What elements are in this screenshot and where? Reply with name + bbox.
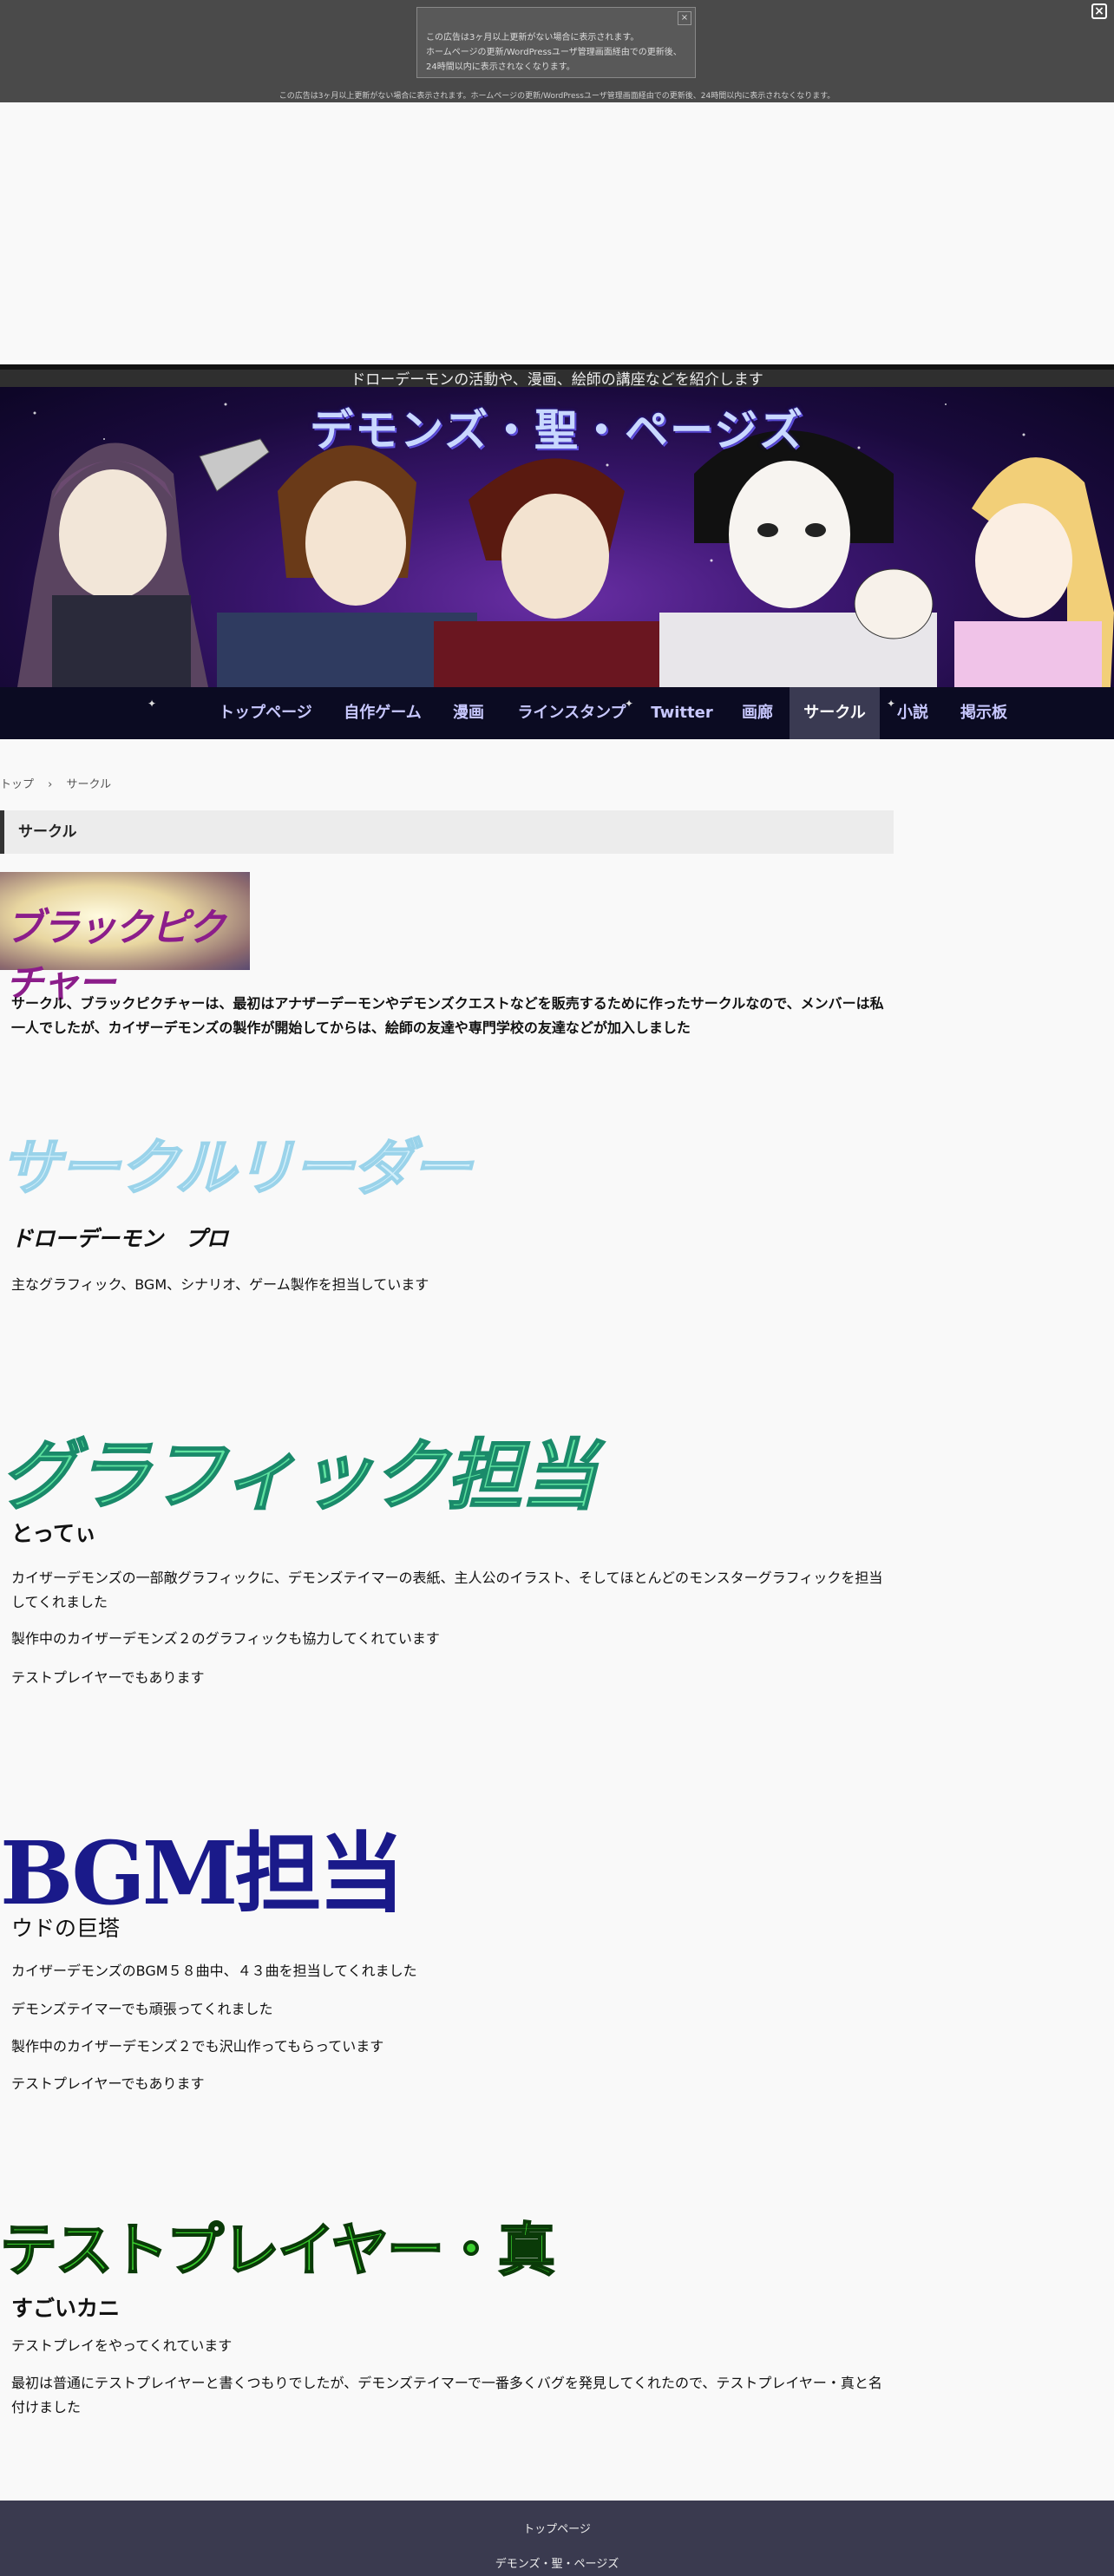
ad-footer-line: この広告は3ヶ月以上更新がない場合に表示されます。ホームページの更新/WordP… — [278, 92, 836, 101]
nav-item-novel[interactable]: 小説 — [888, 687, 937, 739]
nav-item-line-stamp[interactable]: ラインスタンプ — [507, 687, 637, 739]
nav-item-circle[interactable]: サークル — [790, 687, 880, 739]
ad-line-1: この広告は3ヶ月以上更新がない場合に表示されます。 — [426, 33, 639, 43]
section-title-image-tester: テストプレイヤー・真 — [0, 2216, 556, 2284]
section-paragraph: テストプレイヤーでもあります — [11, 1669, 205, 1686]
section-paragraph: カイザーデモンズの一部敵グラフィックに、デモンズテイマーの表紙、主人公のイラスト… — [11, 1570, 883, 1610]
circle-logo-image: ブラックピクチャー — [0, 872, 250, 1006]
section-title-image-leader: サークルリーダー — [0, 1131, 473, 1204]
section-paragraph: テストプレイヤーでもあります — [11, 2075, 205, 2092]
section-title-image-bgm: BGM担当 — [0, 1822, 404, 1924]
intro-paragraph: サークル、ブラックピクチャーは、最初はアナザーデーモンやデモンズクエストなどを販… — [11, 995, 884, 1036]
nav-item-twitter[interactable]: Twitter — [649, 687, 715, 739]
section-paragraph: 製作中のカイザーデモンズ２のグラフィックも協力してくれています — [11, 1630, 440, 1647]
sparkle-icon: ✦ — [147, 698, 157, 710]
member-name-bgm: ウドの巨塔 — [11, 1916, 121, 1941]
circle-logo-text: ブラックピクチャー — [5, 906, 226, 1006]
site-title[interactable]: デモンズ・聖・ページズ — [0, 396, 1114, 458]
section-paragraph: カイザーデモンズのBGM５８曲中、４３曲を担当してくれました — [11, 1963, 417, 1979]
footer-site-name: デモンズ・聖・ページズ — [495, 2558, 619, 2571]
ad-line-3: 24時間以内に表示されなくなります。 — [426, 62, 575, 72]
site-footer: トップページ デモンズ・聖・ページズ — [0, 2501, 1114, 2576]
nav-item-games[interactable]: 自作ゲーム — [333, 687, 432, 739]
ad-line-2: ホームページの更新/WordPressユーザ管理画面経由での更新後、 — [426, 48, 682, 57]
close-icon[interactable]: × — [1091, 3, 1107, 19]
header-banner-image[interactable]: デモンズ・聖・ページズ — [0, 387, 1114, 687]
ad-notice-box: × この広告は3ヶ月以上更新がない場合に表示されます。 ホームページの更新/Wo… — [416, 7, 696, 78]
nav-item-gallery[interactable]: 画廊 — [727, 687, 788, 739]
nav-item-manga[interactable]: 漫画 — [444, 687, 493, 739]
section-paragraph: 最初は普通にテストプレイヤーと書くつもりでしたが、デモンズテイマーで一番多くバグ… — [11, 2375, 882, 2415]
nav-item-bbs[interactable]: 掲示板 — [949, 687, 1019, 739]
breadcrumb-separator: › — [48, 778, 53, 791]
breadcrumb-current: サークル — [66, 778, 112, 791]
breadcrumb: トップ › サークル — [0, 775, 121, 791]
member-name-tester: すごいカニ — [11, 2296, 121, 2321]
section-paragraph: 主なグラフィック、BGM、シナリオ、ゲーム製作を担当しています — [11, 1276, 429, 1293]
global-nav: ✦ ✦ ✦ トップページ 自作ゲーム 漫画 ラインスタンプ Twitter 画廊… — [0, 687, 1114, 739]
footer-top-link[interactable]: トップページ — [0, 2520, 1114, 2536]
breadcrumb-home-link[interactable]: トップ — [0, 778, 34, 791]
ad-notice-bar: × この広告は3ヶ月以上更新がない場合に表示されます。 ホームページの更新/Wo… — [0, 0, 1114, 102]
section-paragraph: デモンズテイマーでも頑張ってくれました — [11, 2001, 273, 2017]
page-title: サークル — [0, 810, 894, 854]
ad-box-close-icon[interactable]: × — [678, 11, 691, 25]
section-paragraph: テストプレイをやってくれています — [11, 2337, 233, 2354]
member-name-graphics: とってぃ — [11, 1521, 97, 1546]
member-name-leader: ドローデーモン プロ — [11, 1226, 229, 1251]
nav-item-top[interactable]: トップページ — [212, 687, 319, 739]
section-paragraph: 製作中のカイザーデモンズ２でも沢山作ってもらっています — [11, 2038, 384, 2055]
section-title-image-graphics: グラフィック担当 — [0, 1430, 598, 1521]
